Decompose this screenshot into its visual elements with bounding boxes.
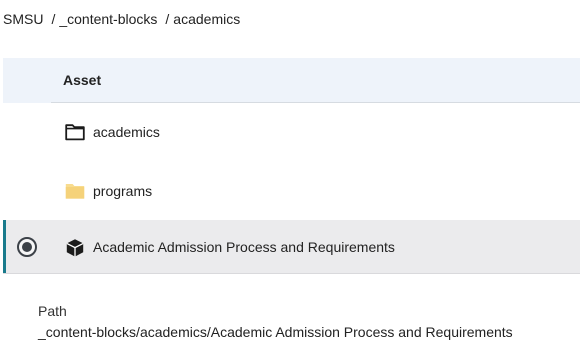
path-value: _content-blocks/academics/Academic Admis… bbox=[38, 324, 513, 340]
row-radio-button[interactable] bbox=[17, 236, 37, 257]
breadcrumb-item-academics[interactable]: academics bbox=[173, 11, 240, 27]
path-section: Path _content-blocks/academics/Academic … bbox=[38, 302, 513, 341]
breadcrumb: SMSU / _content-blocks / academics bbox=[3, 10, 240, 28]
path-label: Path bbox=[38, 303, 67, 319]
breadcrumb-separator: / bbox=[165, 11, 170, 27]
selection-accent-bar bbox=[3, 220, 6, 273]
radio-selected-dot bbox=[22, 241, 32, 252]
table-row-academic-admission[interactable]: Academic Admission Process and Requireme… bbox=[3, 220, 580, 274]
folder-filled-icon bbox=[65, 183, 85, 199]
breadcrumb-separator: / bbox=[51, 11, 56, 27]
row-label[interactable]: academics bbox=[93, 124, 160, 140]
asset-table: Asset academics programs Academic Admiss… bbox=[3, 58, 580, 274]
block-cube-icon bbox=[66, 238, 84, 257]
row-label[interactable]: programs bbox=[93, 183, 152, 199]
row-label[interactable]: Academic Admission Process and Requireme… bbox=[93, 239, 395, 255]
breadcrumb-item-smsu[interactable]: SMSU bbox=[3, 11, 43, 27]
table-row-academics[interactable]: academics bbox=[3, 103, 580, 161]
folder-outline-icon bbox=[65, 124, 85, 141]
table-header: Asset bbox=[3, 58, 580, 103]
breadcrumb-item-content-blocks[interactable]: _content-blocks bbox=[59, 11, 157, 27]
column-header-asset[interactable]: Asset bbox=[63, 72, 101, 88]
table-row-programs[interactable]: programs bbox=[3, 161, 580, 220]
asset-chooser: SMSU / _content-blocks / academics Asset aca… bbox=[0, 0, 583, 356]
